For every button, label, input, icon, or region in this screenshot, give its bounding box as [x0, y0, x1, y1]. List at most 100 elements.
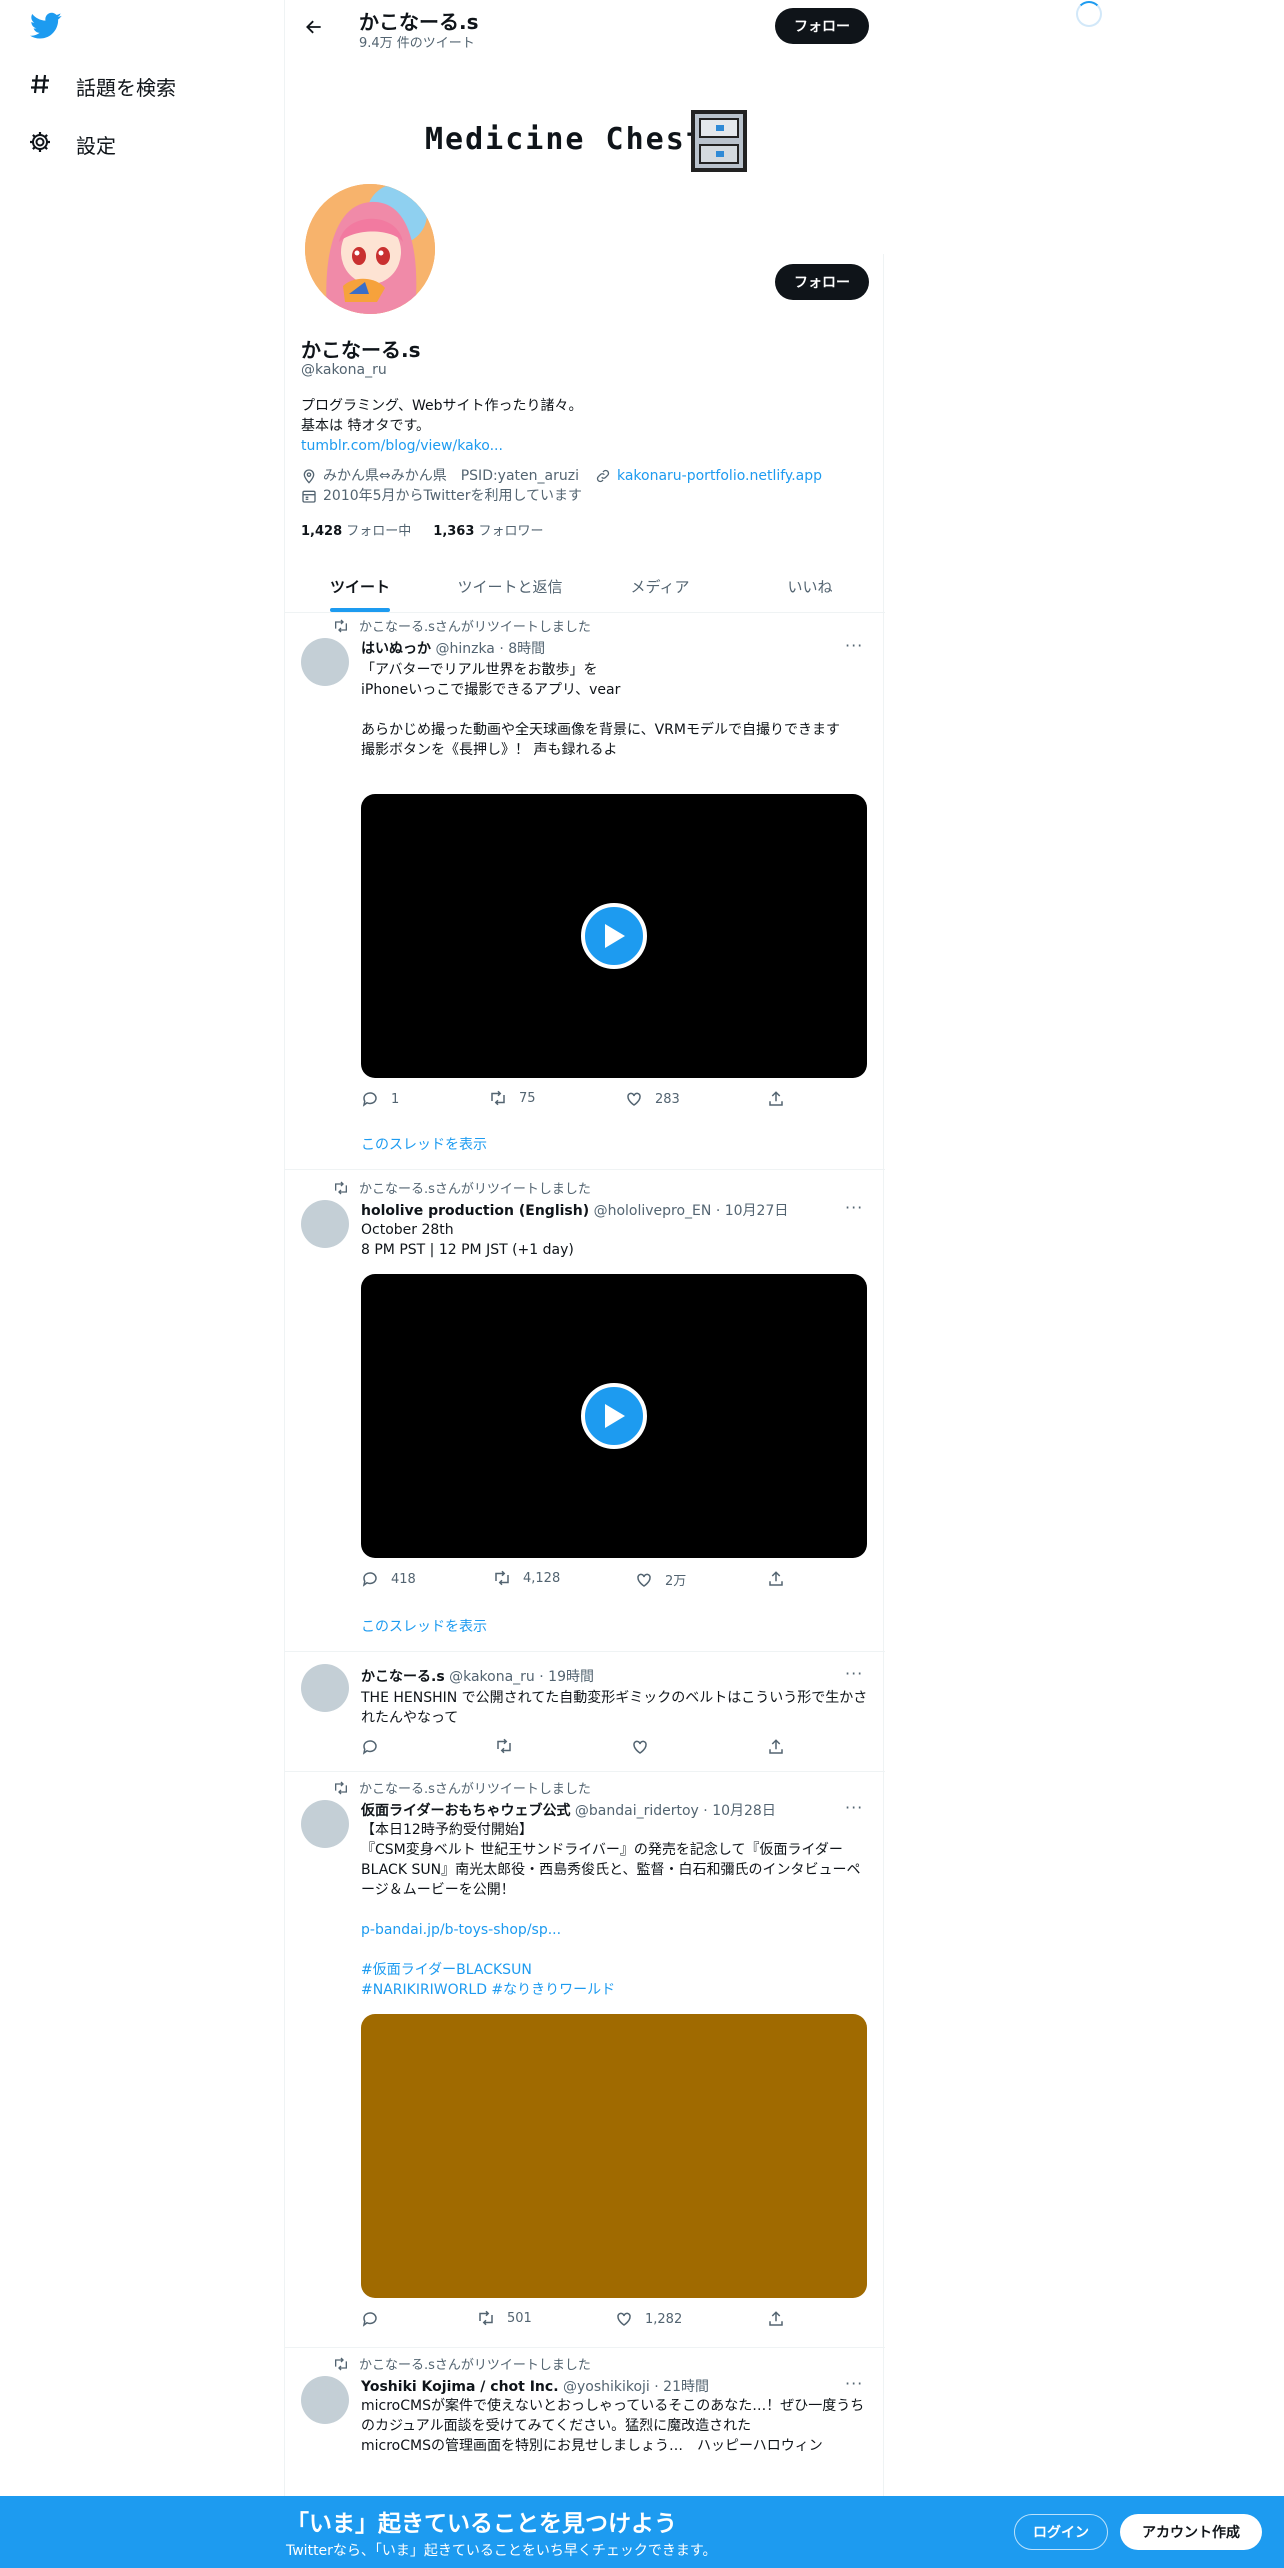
tweet[interactable]: かこなーる.s @kakona_ru · 19時間 ··· THE HENSHI…: [285, 1652, 885, 1772]
nav-explore[interactable]: 話題を検索: [28, 66, 176, 106]
like-button[interactable]: 2万: [635, 1570, 686, 1589]
following-count: 1,428: [301, 524, 343, 539]
link-icon: [596, 469, 610, 483]
profile-avatar[interactable]: [301, 180, 439, 318]
avatar[interactable]: [301, 1664, 349, 1712]
nav-settings[interactable]: 設定: [28, 124, 116, 164]
tweet[interactable]: かこなーる.sさんがリツイートしました hololive production …: [285, 1170, 885, 1652]
retweet-button[interactable]: 501: [477, 2310, 532, 2326]
tweet-text-line: THE HENSHIN で公開されてた自動変形ギミックのベルトはこういう形で生か…: [361, 1690, 868, 1726]
following-link[interactable]: 1,428 フォロー中: [301, 520, 411, 539]
retweet-button[interactable]: 75: [489, 1090, 536, 1106]
location-icon: [303, 469, 315, 484]
share-icon: [769, 1739, 783, 1754]
like-button[interactable]: [631, 1738, 649, 1756]
tweet-author[interactable]: Yoshiki Kojima / chot Inc.: [361, 2379, 559, 2395]
tweet[interactable]: かこなーる.sさんがリツイートしました Yoshiki Kojima / cho…: [285, 2348, 885, 2496]
avatar[interactable]: [301, 638, 349, 686]
tab-tweets-replies[interactable]: ツイートと返信: [435, 560, 585, 612]
reply-count: 1: [391, 1091, 400, 1107]
tweet-text: 【本日12時予約受付開始】 『CSM変身ベルト 世紀王サンドライバー』の発売を記…: [361, 1820, 871, 2000]
tweet[interactable]: かこなーる.sさんがリツイートしました はいぬっか @hinzka · 8時間 …: [285, 614, 885, 1170]
profile-follow-button[interactable]: フォロー: [775, 264, 869, 300]
play-button[interactable]: [581, 903, 647, 969]
tweet-text: microCMSが案件で使えないとおっしゃっているそこのあなた…！ぜひ一度うちの…: [361, 2396, 871, 2456]
reply-count: 418: [391, 1571, 416, 1587]
tweet-header: Yoshiki Kojima / chot Inc. @yoshikikoji …: [361, 2376, 709, 2396]
tweet-text-line: 8 PM PST | 12 PM JST (+1 day): [361, 1242, 574, 1258]
share-button[interactable]: [767, 1090, 785, 1108]
tweet-hashtag[interactable]: #NARIKIRIWORLD #なりきりワールド: [361, 1980, 871, 2000]
share-icon: [769, 1571, 783, 1586]
gear-icon: [28, 130, 52, 158]
tweet-text-line: 【本日12時予約受付開始】: [361, 1822, 533, 1838]
retweet-indicator: かこなーる.sさんがリツイートしました: [333, 1778, 591, 1797]
tweet-author[interactable]: はいぬっか: [361, 641, 431, 657]
tweet-image[interactable]: [361, 2014, 867, 2298]
like-button[interactable]: 283: [625, 1090, 680, 1108]
reply-button[interactable]: 418: [361, 1570, 416, 1588]
tweet-text-line: 「アバターでリアル世界をお散歩」を: [361, 662, 598, 678]
more-options-icon[interactable]: ···: [845, 636, 863, 655]
retweet-indicator: かこなーる.sさんがリツイートしました: [333, 616, 591, 635]
avatar-illustration-icon: [305, 184, 435, 314]
tab-media[interactable]: メディア: [585, 560, 735, 612]
tweet-author[interactable]: 仮面ライダーおもちゃウェブ公式: [361, 1803, 570, 1819]
heart-icon: [627, 1092, 641, 1106]
share-button[interactable]: [767, 1738, 785, 1756]
tweet-text-line: iPhoneいっこで撮影できるアプリ、vear: [361, 682, 621, 698]
more-options-icon[interactable]: ···: [845, 1664, 863, 1683]
tab-likes[interactable]: いいね: [735, 560, 885, 612]
reply-button[interactable]: [361, 2310, 379, 2328]
tweet-author[interactable]: かこなーる.s: [361, 1669, 445, 1685]
reply-icon: [362, 1740, 377, 1755]
topbar-follow-button[interactable]: フォロー: [775, 8, 869, 44]
tweet-hashtag[interactable]: #仮面ライダーBLACKSUN: [361, 1960, 871, 1980]
nav-explore-label: 話題を検索: [76, 75, 176, 100]
tweet-text-line: October 28th: [361, 1222, 454, 1238]
play-button[interactable]: [581, 1383, 647, 1449]
more-options-icon[interactable]: ···: [845, 1198, 863, 1217]
tweet-author[interactable]: hololive production (English): [361, 1203, 589, 1219]
share-icon: [769, 2311, 783, 2326]
retweet-button[interactable]: [495, 1738, 513, 1754]
login-button[interactable]: ログイン: [1014, 2514, 1108, 2550]
more-options-icon[interactable]: ···: [845, 1798, 863, 1817]
tweet-link[interactable]: p-bandai.jp/b-toys-shop/sp...: [361, 1920, 871, 1940]
retweet-button[interactable]: 4,128: [493, 1570, 560, 1586]
retweet-icon: [495, 1570, 509, 1586]
show-thread-link[interactable]: このスレッドを表示: [361, 1616, 487, 1636]
like-button[interactable]: 1,282: [615, 2310, 682, 2328]
share-button[interactable]: [767, 1570, 785, 1588]
followers-label: フォロワー: [478, 524, 544, 539]
retweet-indicator: かこなーる.sさんがリツイートしました: [333, 2354, 591, 2373]
tweet-text-line: 撮影ボタンを《長押し》！ 声も録れるよ: [361, 742, 618, 758]
tweet[interactable]: かこなーる.sさんがリツイートしました 仮面ライダーおもちゃウェブ公式 @ban…: [285, 1772, 885, 2348]
retweet-count: 75: [519, 1090, 536, 1106]
retweet-count: 501: [507, 2310, 532, 2326]
tweet-actions: 501 1,282: [361, 2310, 783, 2330]
retweet-count: 4,128: [523, 1570, 561, 1586]
followers-link[interactable]: 1,363 フォロワー: [433, 520, 543, 539]
tweet-text-line: [361, 700, 871, 720]
show-thread-link[interactable]: このスレッドを表示: [361, 1134, 487, 1154]
twitter-logo-icon[interactable]: [30, 12, 62, 44]
reply-button[interactable]: 1: [361, 1090, 399, 1108]
tweet-video[interactable]: [361, 794, 867, 1078]
nav-settings-label: 設定: [76, 133, 116, 158]
tab-tweets[interactable]: ツイート: [285, 560, 435, 612]
share-button[interactable]: [767, 2310, 785, 2328]
avatar[interactable]: [301, 1200, 349, 1248]
avatar[interactable]: [301, 1800, 349, 1848]
tweet-video[interactable]: [361, 1274, 867, 1558]
avatar[interactable]: [301, 2376, 349, 2424]
back-button[interactable]: [299, 12, 329, 42]
heart-icon: [633, 1740, 647, 1754]
profile-website-link[interactable]: kakonaru-portfolio.netlify.app: [617, 466, 822, 486]
create-account-button[interactable]: アカウント作成: [1120, 2514, 1262, 2550]
reply-button[interactable]: [361, 1738, 379, 1756]
tweet-meta: @kakona_ru · 19時間: [449, 1669, 594, 1685]
banner-text: Medicine Chest: [425, 122, 706, 157]
bio-link[interactable]: tumblr.com/blog/view/kako...: [301, 436, 861, 456]
more-options-icon[interactable]: ···: [845, 2374, 863, 2393]
